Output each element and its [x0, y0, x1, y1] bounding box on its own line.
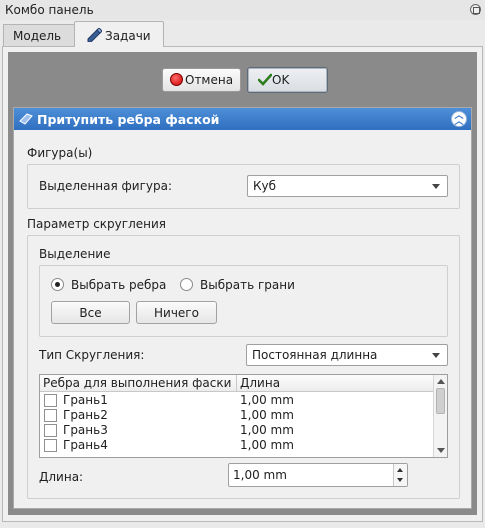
select-all-label: Все [79, 306, 102, 320]
edge-length[interactable]: 1,00 mm [240, 423, 294, 437]
edge-length[interactable]: 1,00 mm [240, 438, 294, 452]
table-row[interactable]: Грань1 1,00 mm [40, 393, 434, 408]
column-separator[interactable] [236, 375, 237, 392]
cancel-button[interactable]: Отмена [162, 68, 241, 92]
selection-group-title: Выделение [39, 247, 111, 261]
column-header-length[interactable]: Длина [240, 376, 280, 390]
spin-buttons[interactable] [393, 464, 407, 486]
shapes-group-title: Фигура(ы) [27, 146, 93, 160]
column-header-edges[interactable]: Ребра для выполнения фаски [43, 376, 231, 390]
edge-name: Грань3 [63, 423, 108, 437]
float-window-icon[interactable] [470, 4, 481, 15]
chamfer-taskbox: Притупить ребра фаской ︿ ︿ Фигура(ы) Выде… [13, 107, 472, 509]
edge-checkbox[interactable] [44, 424, 57, 437]
tab-model[interactable]: Модель [3, 24, 75, 46]
table-row[interactable]: Грань4 1,00 mm [40, 438, 434, 453]
table-header: Ребра для выполнения фаски Длина [40, 375, 434, 392]
selected-shape-combo[interactable]: Куб [247, 175, 448, 197]
select-faces-radio[interactable] [180, 278, 193, 291]
table-row[interactable]: Грань3 1,00 mm [40, 423, 434, 438]
select-edges-radio[interactable] [51, 278, 64, 291]
table-row[interactable]: Грань2 1,00 mm [40, 408, 434, 423]
edge-length[interactable]: 1,00 mm [240, 393, 294, 407]
cancel-icon [170, 73, 183, 86]
table-scrollbar[interactable] [433, 375, 447, 457]
edge-name: Грань4 [63, 438, 108, 452]
tab-bar: Модель Задачи [0, 20, 485, 47]
edge-name: Грань2 [63, 408, 108, 422]
tasks-panel: Отмена OK Притупить ребра фаской ︿ ︿ Фигу… [2, 46, 483, 522]
chevron-down-icon [432, 184, 440, 189]
chevron-down-icon [432, 353, 440, 358]
select-edges-label[interactable]: Выбрать ребра [71, 278, 166, 292]
tab-tasks-label: Задачи [105, 29, 151, 43]
edge-length[interactable]: 1,00 mm [240, 408, 294, 422]
spin-down-icon[interactable] [397, 478, 403, 482]
select-faces-label[interactable]: Выбрать грани [200, 278, 295, 292]
scroll-up-icon[interactable] [437, 379, 445, 384]
window-title: Комбо панель [5, 3, 94, 17]
combo-panel-titlebar: Комбо панель [0, 0, 485, 20]
length-label: Длина: [39, 470, 84, 484]
ok-button[interactable]: OK [247, 67, 328, 93]
edge-checkbox[interactable] [44, 394, 57, 407]
taskbox-title: Притупить ребра фаской [37, 112, 220, 127]
tab-tasks[interactable]: Задачи [74, 21, 164, 47]
spin-up-icon[interactable] [397, 468, 403, 472]
selected-shape-value: Куб [253, 179, 277, 193]
chamfer-icon [19, 113, 33, 125]
scroll-down-icon[interactable] [437, 448, 445, 453]
edge-checkbox[interactable] [44, 439, 57, 452]
fillet-type-combo[interactable]: Постоянная длинна [246, 344, 448, 366]
scroll-thumb[interactable] [436, 388, 445, 414]
edge-name: Грань1 [63, 393, 108, 407]
length-value[interactable]: 1,00 mm [233, 468, 287, 482]
length-spinbox[interactable]: 1,00 mm [228, 463, 408, 487]
fillet-type-value: Постоянная длинна [252, 348, 378, 362]
edge-checkbox[interactable] [44, 409, 57, 422]
shapes-groupbox: Выделенная фигура: Куб [27, 164, 460, 209]
checkmark-icon [258, 73, 272, 86]
edges-table: Ребра для выполнения фаски Длина Грань1 … [39, 374, 448, 458]
select-all-button[interactable]: Все [51, 301, 130, 324]
task-content-area: Отмена OK Притупить ребра фаской ︿ ︿ Фигу… [8, 52, 477, 515]
cancel-button-label: Отмена [185, 73, 234, 87]
tasks-icon [87, 28, 102, 42]
selected-shape-label: Выделенная фигура: [39, 179, 172, 193]
collapse-chevron-icon[interactable]: ︿ ︿ [451, 111, 467, 127]
ok-button-label: OK [272, 73, 290, 87]
taskbox-header: Притупить ребра фаской ︿ ︿ [14, 108, 471, 130]
fillet-type-label: Тип Скругления: [39, 348, 145, 362]
select-none-button[interactable]: Ничего [136, 301, 217, 324]
select-none-label: Ничего [154, 306, 199, 320]
tab-model-label: Модель [13, 29, 62, 43]
fillet-params-title: Параметр скругления [27, 217, 166, 231]
